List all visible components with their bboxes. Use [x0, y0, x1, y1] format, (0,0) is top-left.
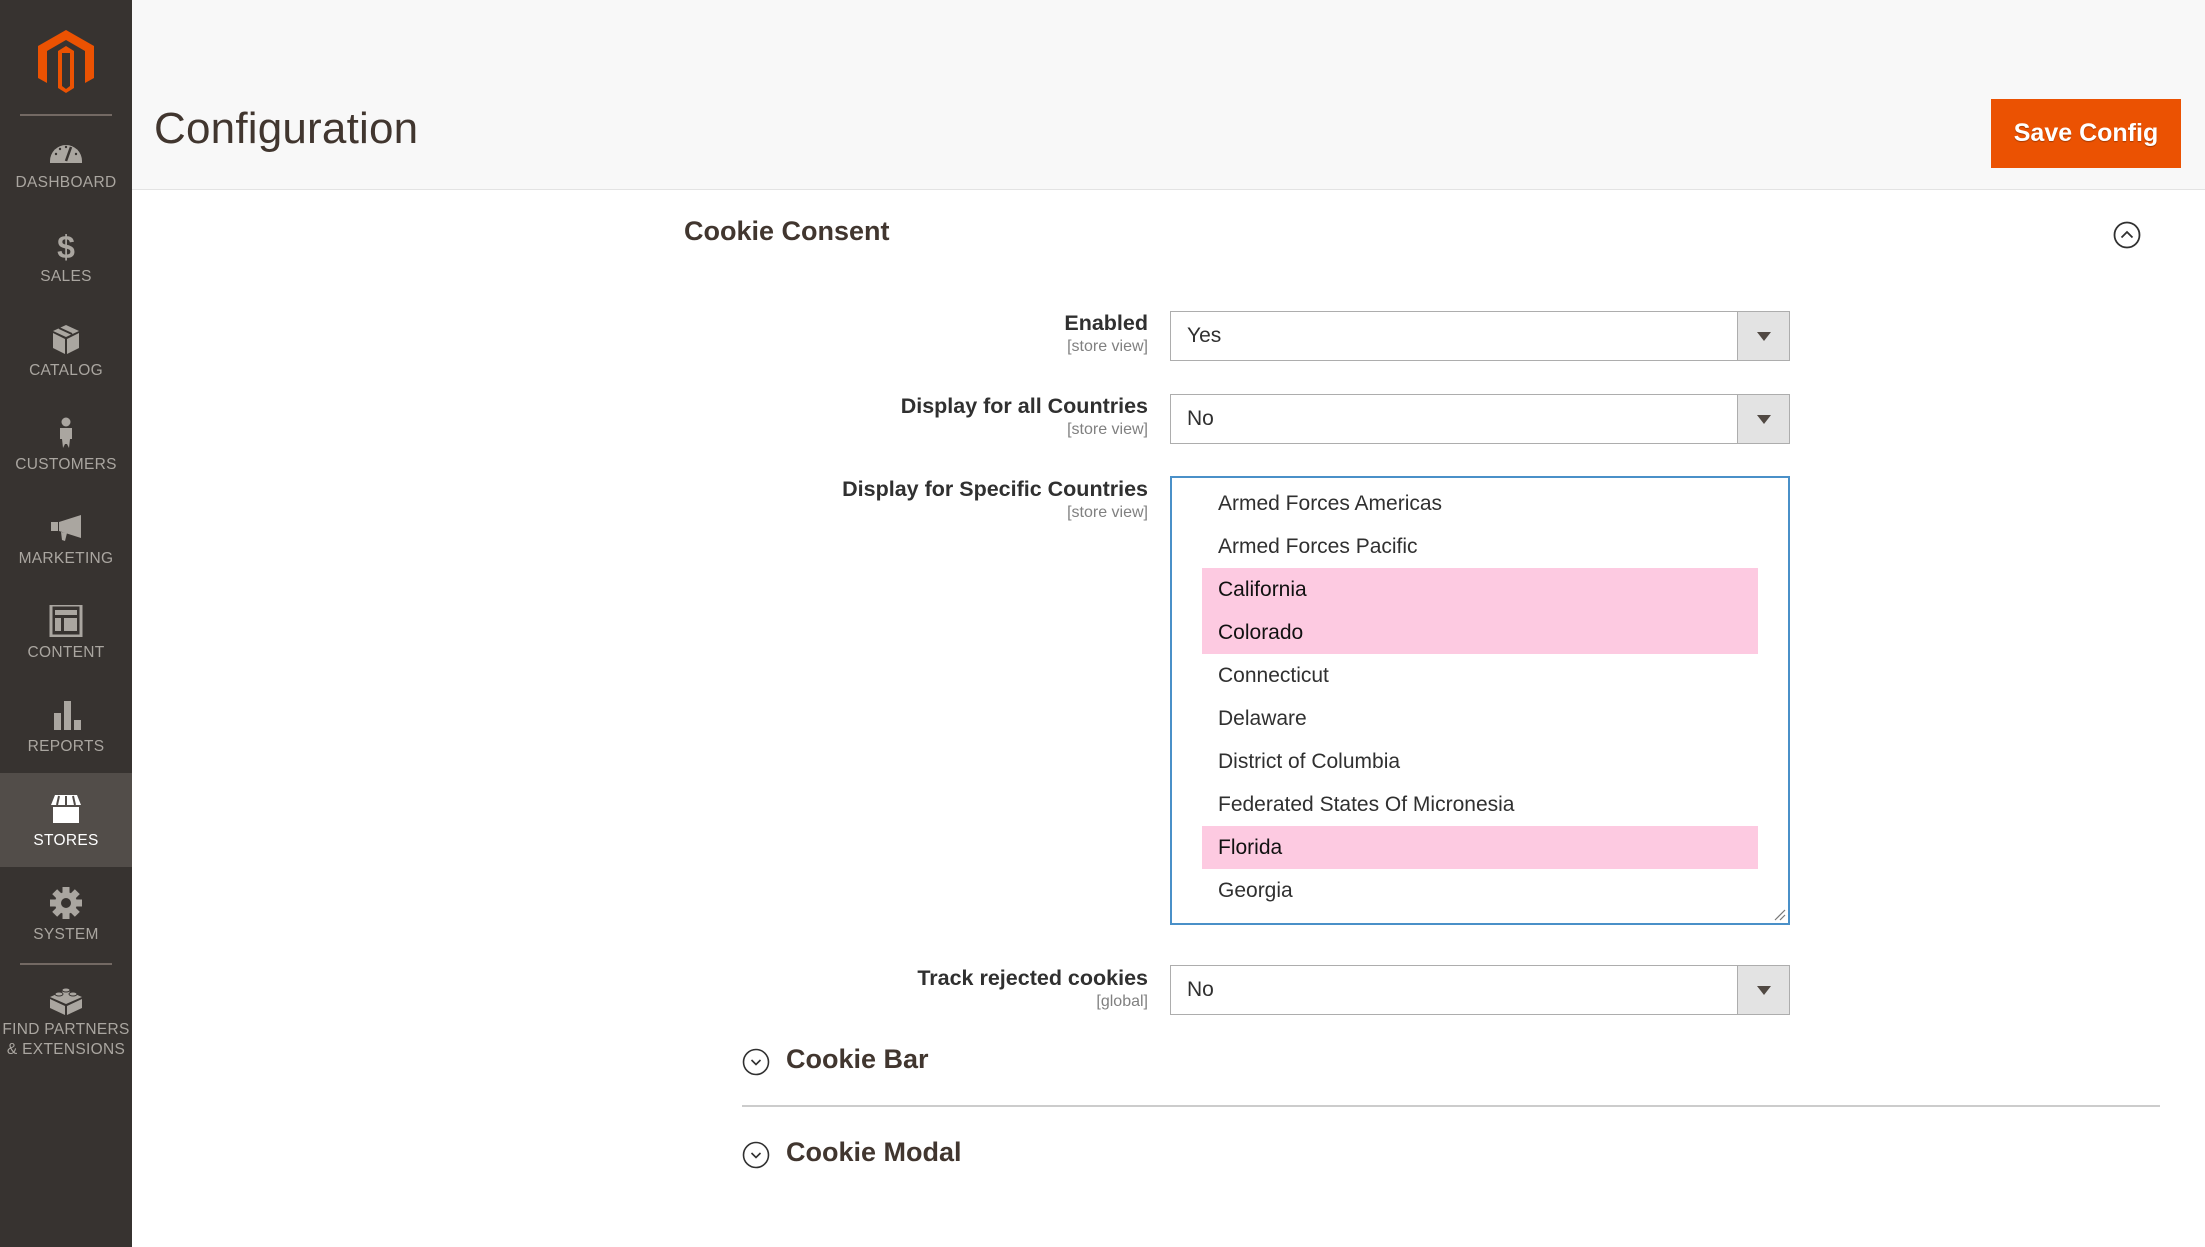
sidebar-item-label: DASHBOARD: [15, 174, 117, 191]
storefront-icon: [51, 795, 81, 823]
person-icon: [60, 417, 72, 448]
layout-icon: [49, 605, 83, 637]
multiselect-option[interactable]: Delaware: [1202, 697, 1758, 740]
resize-handle-icon[interactable]: [1774, 909, 1786, 921]
select-arrow-button[interactable]: [1737, 395, 1789, 443]
chevron-down-circle-icon: [742, 1048, 770, 1076]
bar-chart-icon: [54, 701, 81, 730]
magento-logo[interactable]: [36, 30, 96, 94]
sidebar-item-label-line2: & EXTENSIONS: [6, 1041, 126, 1058]
display-all-countries-label: Display for all Countries: [900, 394, 1148, 418]
sidebar-item-stores[interactable]: STORES: [0, 773, 132, 867]
group-title: Cookie Bar: [786, 1044, 929, 1074]
chevron-up-circle-icon[interactable]: [2113, 221, 2141, 249]
box-icon: [53, 325, 79, 354]
lego-brick-icon: [50, 987, 82, 1015]
dollar-icon: $: [57, 229, 75, 261]
sidebar-item-catalog[interactable]: CATALOG: [0, 303, 132, 397]
section-title: Cookie Consent: [684, 216, 890, 246]
multiselect-option[interactable]: Armed Forces Americas: [1202, 482, 1758, 525]
page-header: Configuration Save Config: [132, 0, 2205, 190]
sidebar-item-find-partners[interactable]: FIND PARTNERS & EXTENSIONS: [0, 964, 132, 1074]
sidebar-item-reports[interactable]: REPORTS: [0, 679, 132, 773]
display-all-countries-scope: [store view]: [1067, 421, 1148, 438]
group-title: Cookie Modal: [786, 1137, 962, 1167]
sidebar-item-label: CUSTOMERS: [15, 456, 117, 473]
sidebar-item-label: CATALOG: [29, 362, 103, 379]
display-all-countries-select[interactable]: No: [1170, 394, 1790, 444]
multiselect-option[interactable]: Federated States Of Micronesia: [1202, 783, 1758, 826]
chevron-down-circle-icon: [742, 1141, 770, 1169]
chevron-down-icon: [1757, 415, 1771, 424]
track-rejected-cookies-select[interactable]: No: [1170, 965, 1790, 1015]
enabled-scope: [store view]: [1067, 338, 1148, 355]
track-rejected-cookies-value: No: [1187, 978, 1214, 1001]
group-divider: [742, 1105, 2160, 1107]
option-label: Colorado: [1218, 621, 1304, 644]
sidebar-item-marketing[interactable]: MARKETING: [0, 491, 132, 585]
multiselect-option-selected[interactable]: Florida: [1202, 826, 1758, 869]
sidebar-item-label: MARKETING: [18, 550, 114, 567]
sidebar-item-system[interactable]: SYSTEM: [0, 867, 132, 961]
multiselect-option-selected[interactable]: Colorado: [1202, 611, 1758, 654]
sidebar-item-content[interactable]: CONTENT: [0, 585, 132, 679]
multiselect-option[interactable]: Armed Forces Pacific: [1202, 525, 1758, 568]
option-label: Federated States Of Micronesia: [1218, 793, 1515, 816]
sidebar-item-label: STORES: [33, 832, 99, 849]
megaphone-icon: [51, 515, 81, 541]
option-label: District of Columbia: [1218, 750, 1401, 773]
sidebar-item-label: SALES: [40, 268, 92, 285]
dashboard-icon: [50, 145, 82, 163]
admin-sidebar: DASHBOARD $ SALES CATALOG CUSTOMERS MARK…: [0, 0, 132, 1247]
multiselect-option-selected[interactable]: California: [1202, 568, 1758, 611]
sidebar-item-customers[interactable]: CUSTOMERS: [0, 397, 132, 491]
gear-icon: [50, 887, 82, 919]
display-all-countries-value: No: [1187, 407, 1214, 430]
display-specific-countries-scope: [store view]: [1067, 504, 1148, 521]
option-label: Armed Forces Pacific: [1218, 535, 1418, 558]
sidebar-item-sales[interactable]: $ SALES: [0, 209, 132, 303]
option-label: Connecticut: [1218, 664, 1329, 687]
option-label: California: [1218, 578, 1307, 601]
display-specific-countries-label: Display for Specific Countries: [842, 477, 1148, 501]
select-arrow-button[interactable]: [1737, 312, 1789, 360]
option-label: Florida: [1218, 836, 1283, 859]
page-title: Configuration: [154, 104, 419, 153]
specific-countries-multiselect[interactable]: Armed Forces Americas Armed Forces Pacif…: [1170, 476, 1790, 925]
option-label: Armed Forces Americas: [1218, 492, 1443, 515]
sidebar-item-label: REPORTS: [27, 738, 105, 755]
sidebar-item-label: SYSTEM: [33, 926, 99, 943]
sidebar-item-label: FIND PARTNERS & EXTENSIONS: [0, 1020, 132, 1060]
enabled-label: Enabled: [1064, 311, 1148, 335]
chevron-down-icon: [1757, 986, 1771, 995]
multiselect-option[interactable]: Georgia: [1202, 869, 1758, 912]
enabled-select[interactable]: Yes: [1170, 311, 1790, 361]
option-label: Georgia: [1218, 879, 1293, 902]
multiselect-option[interactable]: District of Columbia: [1202, 740, 1758, 783]
save-config-button[interactable]: Save Config: [1991, 99, 2181, 168]
sidebar-item-label: CONTENT: [27, 644, 105, 661]
track-rejected-cookies-label: Track rejected cookies: [917, 966, 1148, 990]
sidebar-item-dashboard[interactable]: DASHBOARD: [0, 115, 132, 209]
sidebar-item-label-line1: FIND PARTNERS: [2, 1021, 130, 1038]
option-label: Delaware: [1218, 707, 1307, 730]
svg-text:$: $: [57, 229, 75, 261]
enabled-select-value: Yes: [1187, 324, 1222, 347]
multiselect-option[interactable]: Connecticut: [1202, 654, 1758, 697]
chevron-down-icon: [1757, 332, 1771, 341]
select-arrow-button[interactable]: [1737, 966, 1789, 1014]
track-rejected-cookies-scope: [global]: [1096, 993, 1148, 1010]
